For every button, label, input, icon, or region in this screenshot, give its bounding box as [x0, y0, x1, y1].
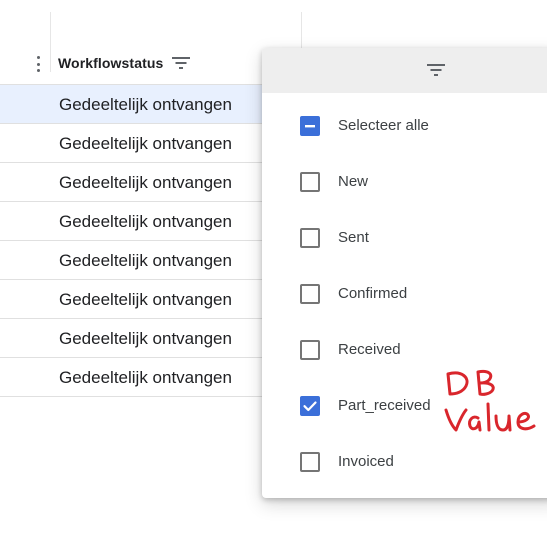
filter-option-checkbox[interactable] [300, 396, 320, 416]
workflowstatus-cell: Gedeeltelijk ontvangen [59, 290, 232, 309]
dash-icon [305, 125, 315, 128]
filter-option-label: Selecteer alle [338, 117, 429, 134]
filter-option-label: New [338, 173, 369, 190]
workflowstatus-cell: Gedeeltelijk ontvangen [59, 329, 232, 348]
filter-option[interactable]: Invoiced [262, 442, 547, 482]
workflowstatus-cell: Gedeeltelijk ontvangen [59, 212, 232, 231]
filter-popup-header [262, 48, 547, 93]
filter-icon [427, 64, 445, 76]
workflowstatus-cell: Gedeeltelijk ontvangen [59, 134, 232, 153]
filter-option-label: Sent [338, 229, 369, 246]
column-filter-icon[interactable] [171, 54, 191, 72]
workflowstatus-cell: Gedeeltelijk ontvangen [59, 368, 232, 387]
column-header-workflowstatus[interactable]: Workflowstatus [58, 55, 163, 71]
filter-option-checkbox[interactable] [300, 452, 320, 472]
filter-option[interactable]: Selecteer alle [262, 106, 547, 146]
filter-option-label: Invoiced [338, 453, 394, 470]
filter-option-label: Part_received [338, 397, 431, 414]
filter-option-checkbox[interactable] [300, 228, 320, 248]
filter-option-checkbox[interactable] [300, 116, 320, 136]
column-separator[interactable] [50, 12, 51, 72]
filter-option-checkbox[interactable] [300, 284, 320, 304]
filter-option-checkbox[interactable] [300, 340, 320, 360]
filter-option-checkbox[interactable] [300, 172, 320, 192]
workflowstatus-cell: Gedeeltelijk ontvangen [59, 251, 232, 270]
filter-option[interactable]: New [262, 162, 547, 202]
handwritten-annotation [444, 370, 536, 432]
filter-option-label: Confirmed [338, 285, 408, 302]
checkmark-icon [303, 401, 317, 412]
workflowstatus-cell: Gedeeltelijk ontvangen [59, 173, 232, 192]
column-menu-kebab-icon[interactable] [31, 54, 45, 74]
screen: Workflowstatus Gedeeltelijk ontvangen Ged… [0, 0, 547, 544]
workflowstatus-cell: Gedeeltelijk ontvangen [59, 95, 232, 114]
filter-option[interactable]: Sent [262, 218, 547, 258]
filter-option[interactable]: Confirmed [262, 274, 547, 314]
filter-option-label: Received [338, 341, 401, 358]
